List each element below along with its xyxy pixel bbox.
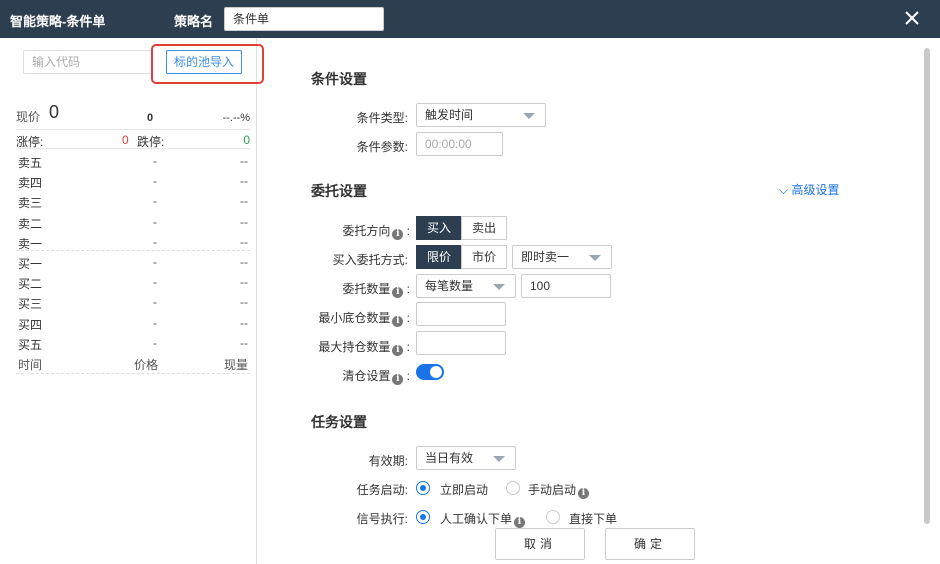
clear-position-label: 清仓设置 i : [342, 369, 410, 385]
limit-down-label: 跌停: [137, 135, 165, 149]
info-icon[interactable]: i [514, 517, 526, 528]
condition-param-input[interactable]: 00:00:00 [416, 132, 503, 156]
min-position-input[interactable] [416, 302, 506, 326]
direction-label: 委托方向 i : [342, 224, 410, 240]
task-section-title: 任务设置 [311, 414, 367, 430]
order-book: 卖五 - -- 卖四 - -- 卖三 - -- 卖二 - -- 卖一 - -- 买一 - -- 买二 - -… [16, 150, 250, 352]
start-immediate-label: 立即启动 [440, 483, 489, 497]
chevron-down-icon [589, 255, 601, 261]
info-icon[interactable]: i [392, 287, 404, 298]
clear-position-toggle[interactable] [416, 364, 444, 380]
start-manual-label: 手动启动 i [528, 481, 590, 499]
ticks-header: 时间 价格 现量 [16, 354, 250, 374]
quote-panel: 输入代码 标的池导入 现价 0 0 --.--% 涨停: 0 跌停: 0 卖五 -… [0, 38, 264, 564]
chevron-down-icon [493, 456, 505, 462]
chevron-down-icon: ⌵ [779, 183, 792, 197]
book-row: 买三 - -- [18, 295, 248, 312]
quantity-label: 委托数量 i : [342, 282, 410, 298]
settings-panel: 条件设置 条件类型: 触发时间 条件参数: 00:00:00 委托设置 ⌵ 高级… [258, 38, 940, 564]
price-label: 现价 [16, 110, 41, 124]
title-bar: 智能策略-条件单 策略名 条件单 [0, 0, 940, 38]
min-position-label: 最小底仓数量 i : [318, 311, 410, 327]
signal-manual-radio[interactable] [416, 510, 430, 524]
signal-manual-label: 人工确认下单 i [440, 510, 526, 528]
limit-up-label: 涨停: [16, 135, 44, 149]
book-row: 卖五 - -- [18, 154, 248, 170]
condition-type-label: 条件类型: [356, 111, 408, 125]
toggle-knob [430, 366, 442, 378]
pool-import-button[interactable]: 标的池导入 [166, 50, 242, 74]
book-row: 买四 - -- [18, 315, 248, 332]
limit-down-value: 0 [243, 133, 250, 147]
cancel-button[interactable]: 取消 [495, 528, 585, 560]
signal-direct-radio[interactable] [546, 510, 560, 524]
max-position-input[interactable] [416, 331, 506, 355]
price-method-select[interactable]: 即时卖一 [512, 245, 612, 269]
market-price-button[interactable]: 市价 [461, 245, 507, 269]
info-icon[interactable]: i [392, 229, 404, 240]
book-row: 买二 - -- [18, 275, 248, 292]
start-manual-radio[interactable] [506, 481, 520, 495]
info-icon[interactable]: i [392, 345, 404, 356]
close-icon [905, 11, 919, 25]
book-row: 卖三 - -- [18, 194, 248, 211]
code-input[interactable]: 输入代码 [23, 50, 153, 74]
quantity-mode-select[interactable]: 每笔数量 [416, 274, 516, 298]
book-row: 卖四 - -- [18, 174, 248, 191]
info-icon[interactable]: i [392, 374, 404, 385]
scrollbar[interactable] [924, 48, 930, 524]
limit-price-button[interactable]: 限价 [416, 245, 462, 269]
price-value: 0 [49, 102, 60, 122]
info-icon[interactable]: i [578, 488, 590, 499]
validity-label: 有效期: [368, 454, 408, 468]
quantity-input[interactable]: 100 [521, 274, 611, 298]
volume-value: 0 [147, 112, 154, 124]
advanced-settings-link[interactable]: ⌵ 高级设置 [779, 181, 839, 198]
direction-buy-button[interactable]: 买入 [416, 216, 462, 240]
confirm-button[interactable]: 确定 [605, 528, 695, 560]
book-row: 买五 - -- [18, 335, 248, 352]
signal-exec-label: 信号执行: [356, 512, 408, 526]
task-start-label: 任务启动: [356, 483, 408, 497]
info-icon[interactable]: i [392, 316, 404, 327]
condition-section-title: 条件设置 [311, 71, 367, 87]
ticks-volume-header: 现量 [223, 358, 248, 372]
signal-direct-label: 直接下单 [569, 512, 618, 526]
validity-select[interactable]: 当日有效 [416, 446, 516, 470]
app-title: 智能策略-条件单 [10, 14, 106, 29]
buy-method-label: 买入委托方式: [332, 253, 408, 267]
strategy-name-label: 策略名 [174, 14, 214, 29]
book-row: 卖一 - -- [16, 231, 250, 251]
condition-param-label: 条件参数: [356, 140, 408, 154]
limit-up-value: 0 [122, 133, 129, 147]
strategy-name-input[interactable]: 条件单 [224, 7, 384, 31]
order-section-title: 委托设置 [311, 183, 367, 199]
book-row: 卖二 - -- [18, 214, 248, 231]
ticks-time-header: 时间 [18, 358, 43, 372]
direction-sell-button[interactable]: 卖出 [461, 216, 507, 240]
max-position-label: 最大持仓数量 i : [318, 340, 410, 356]
condition-type-select[interactable]: 触发时间 [416, 103, 546, 127]
quote-header: 现价 0 0 --.--% [16, 100, 250, 126]
chevron-down-icon [493, 284, 505, 290]
limit-row: 涨停: 0 跌停: 0 [16, 129, 250, 149]
change-percent: --.--% [222, 112, 251, 124]
book-row: 买一 - -- [18, 254, 248, 271]
close-button[interactable] [900, 6, 924, 30]
chevron-down-icon [523, 113, 535, 119]
start-immediate-radio[interactable] [416, 481, 430, 495]
ticks-price-header: 价格 [134, 358, 159, 372]
